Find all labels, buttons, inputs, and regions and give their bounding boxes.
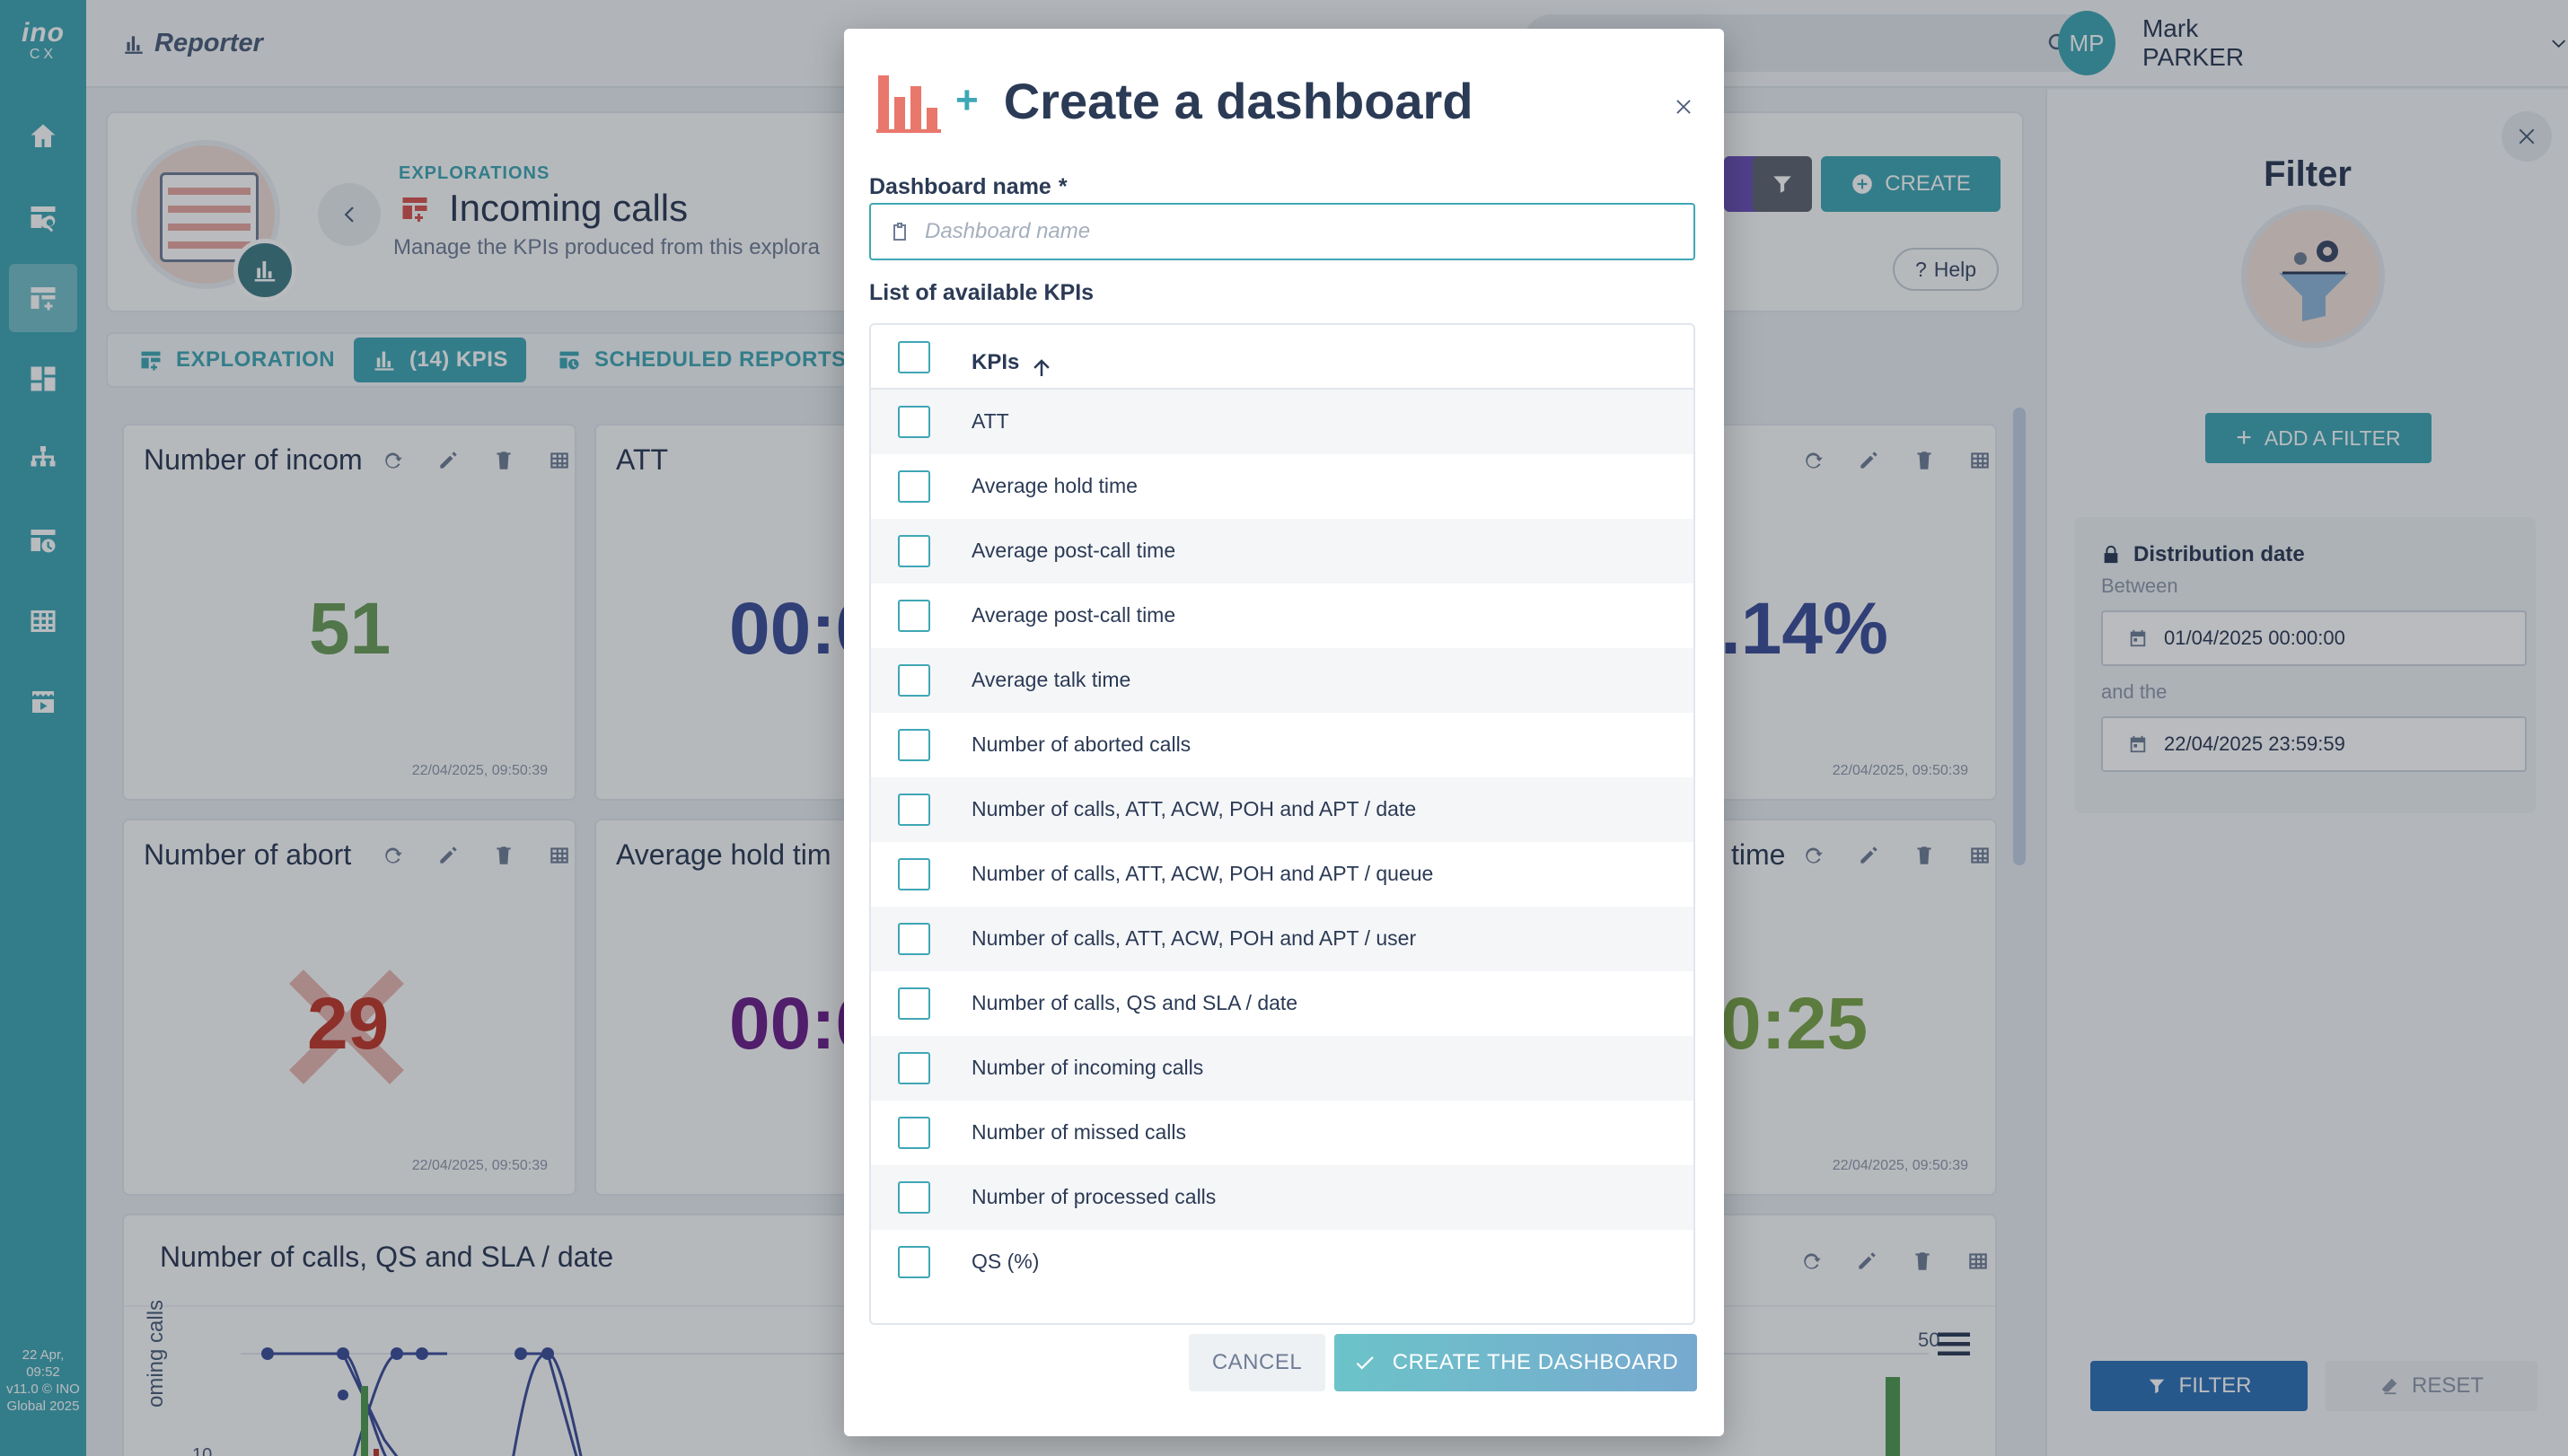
select-all-checkbox[interactable] xyxy=(898,341,930,373)
kpi-label: Average talk time xyxy=(972,668,1131,691)
table-row[interactable]: ATT xyxy=(871,390,1693,454)
kpi-checkbox[interactable] xyxy=(898,987,930,1020)
kpi-label: QS (%) xyxy=(972,1250,1040,1273)
kpi-checkbox[interactable] xyxy=(898,858,930,890)
clipboard-icon xyxy=(893,223,906,241)
check-icon xyxy=(1356,1356,1374,1370)
kpi-checkbox[interactable] xyxy=(898,1246,930,1278)
kpi-checkbox[interactable] xyxy=(898,1052,930,1084)
table-row[interactable]: Number of processed calls xyxy=(871,1165,1693,1230)
table-row[interactable]: Average hold time xyxy=(871,454,1693,519)
create-dashboard-label: CREATE THE DASHBOARD xyxy=(1392,1350,1679,1374)
kpi-label: Number of incoming calls xyxy=(972,1056,1204,1079)
table-row[interactable]: Average post-call time xyxy=(871,519,1693,583)
table-row[interactable]: QS (%) xyxy=(871,1230,1693,1294)
required-mark: * xyxy=(1058,174,1068,199)
kpi-checkbox[interactable] xyxy=(898,1181,930,1214)
table-row[interactable]: Number of incoming calls xyxy=(871,1036,1693,1101)
kpi-checkbox[interactable] xyxy=(898,729,930,761)
kpi-checkbox[interactable] xyxy=(898,923,930,955)
cancel-button[interactable]: CANCEL xyxy=(1189,1334,1325,1391)
dialog-title: Create a dashboard xyxy=(1003,72,1473,129)
table-row[interactable]: Number of calls, ATT, ACW, POH and APT /… xyxy=(871,777,1693,842)
kpi-checkbox[interactable] xyxy=(898,406,930,438)
kpi-checkbox[interactable] xyxy=(898,535,930,567)
kpi-checkbox[interactable] xyxy=(898,794,930,826)
kpi-checkbox[interactable] xyxy=(898,470,930,503)
close-icon xyxy=(1676,100,1691,114)
close-dialog-button[interactable] xyxy=(1674,97,1699,122)
page-scrollbar[interactable] xyxy=(2013,408,2026,865)
kpi-label: Number of calls, QS and SLA / date xyxy=(972,991,1298,1014)
bar-chart-icon xyxy=(876,75,941,133)
table-row[interactable]: Average post-call time xyxy=(871,583,1693,648)
kpi-label: Average hold time xyxy=(972,474,1138,497)
kpi-label: Number of calls, ATT, ACW, POH and APT /… xyxy=(972,862,1434,885)
sort-ascending-icon[interactable] xyxy=(1028,354,1055,381)
table-row[interactable]: Number of calls, QS and SLA / date xyxy=(871,971,1693,1036)
dialog-header: + Create a dashboard xyxy=(875,68,1473,133)
kpi-table-header: KPIs xyxy=(871,325,1693,390)
kpi-label: Number of processed calls xyxy=(972,1185,1217,1208)
kpi-column-header[interactable]: KPIs xyxy=(972,345,1055,381)
kpi-checkbox[interactable] xyxy=(898,1117,930,1149)
kpi-list-label: List of available KPIs xyxy=(869,280,1095,305)
kpi-label: ATT xyxy=(972,409,1009,433)
dashboard-name-field[interactable] xyxy=(869,203,1695,260)
kpi-label: Number of calls, ATT, ACW, POH and APT /… xyxy=(972,797,1417,820)
kpi-label: Number of aborted calls xyxy=(972,732,1192,756)
dashboard-name-input[interactable] xyxy=(925,219,1661,244)
kpi-label: Number of calls, ATT, ACW, POH and APT /… xyxy=(972,926,1417,950)
table-row[interactable]: Average talk time xyxy=(871,648,1693,713)
kpi-label: Average post-call time xyxy=(972,539,1176,562)
kpi-label: Average post-call time xyxy=(972,603,1176,627)
plus-icon: + xyxy=(955,78,979,122)
dashboard-name-label-text: Dashboard name xyxy=(869,174,1051,199)
table-row[interactable]: Number of missed calls xyxy=(871,1101,1693,1165)
kpi-label: Number of missed calls xyxy=(972,1120,1187,1144)
kpi-checkbox[interactable] xyxy=(898,664,930,697)
create-dashboard-button[interactable]: CREATE THE DASHBOARD xyxy=(1334,1334,1697,1391)
table-row[interactable]: Number of calls, ATT, ACW, POH and APT /… xyxy=(871,907,1693,971)
kpi-column-header-text: KPIs xyxy=(972,350,1020,374)
dashboard-name-label: Dashboard name * xyxy=(869,174,1068,200)
table-row[interactable]: Number of calls, ATT, ACW, POH and APT /… xyxy=(871,842,1693,907)
table-row[interactable]: Number of aborted calls xyxy=(871,713,1693,777)
kpi-table: KPIs ATT Average hold time Average post-… xyxy=(869,323,1695,1325)
create-dashboard-dialog: + Create a dashboard Dashboard name * Lis… xyxy=(844,29,1724,1436)
kpi-checkbox[interactable] xyxy=(898,600,930,632)
